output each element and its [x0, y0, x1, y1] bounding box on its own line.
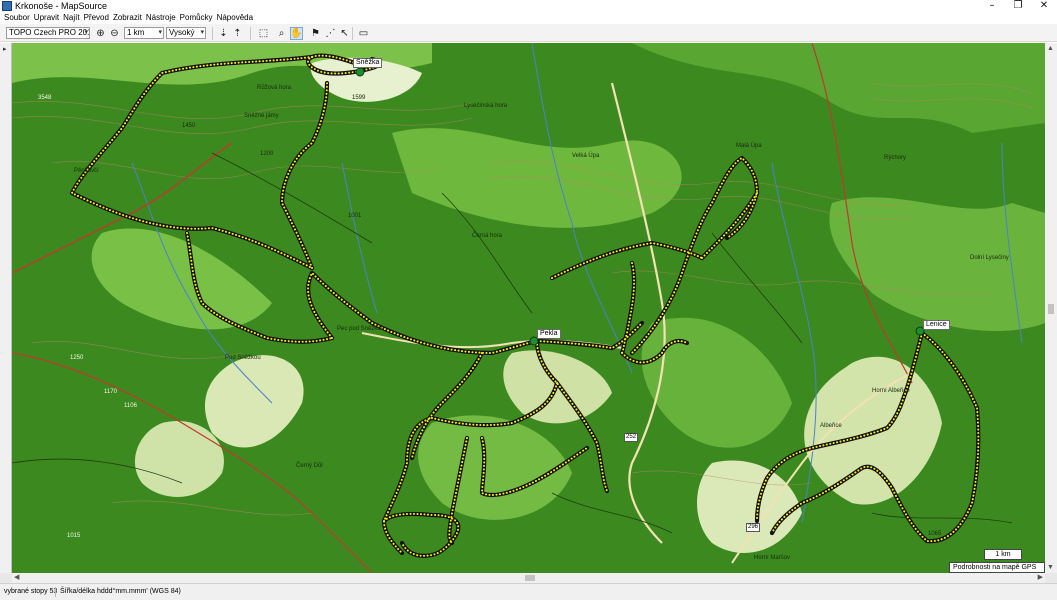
- map-frame: ▸ Sněžka Pekla Lenice 252 296 Pěnkavčí R…: [0, 43, 1057, 583]
- elevation-label: 1250: [70, 355, 84, 361]
- elevation-label: 1200: [260, 151, 274, 157]
- mapsource-window: Krkonoše - MapSource – ❐ ✕ Soubor Upravi…: [0, 0, 1057, 600]
- place-label: Pěnkavčí: [74, 168, 99, 174]
- window-title: Krkonoše - MapSource: [15, 1, 108, 11]
- place-label: Černá hora: [472, 233, 503, 239]
- place-label: Růžová hora: [257, 85, 292, 91]
- zoom-tool-icon[interactable]: ⌕: [275, 27, 288, 40]
- elevation-label: 1450: [182, 123, 196, 129]
- vertical-scroll-thumb[interactable]: [1048, 304, 1054, 314]
- waypoint-marker-snezka[interactable]: [355, 67, 365, 77]
- menu-help[interactable]: Nápověda: [217, 12, 257, 24]
- elevation-label: 1065: [928, 531, 942, 537]
- route-tool-icon[interactable]: ⋰: [324, 27, 337, 40]
- waypoint-label-pekla[interactable]: Pekla: [537, 329, 561, 339]
- menu-view[interactable]: Zobrazit: [113, 12, 146, 24]
- left-pane-gutter[interactable]: ▸: [0, 43, 12, 573]
- select-tool-icon[interactable]: ⬚: [257, 27, 270, 40]
- place-label: Horní Maršov: [754, 555, 791, 561]
- zoom-out-icon[interactable]: ⊖: [108, 27, 121, 40]
- status-bar: vybrané stopy 53 Šířka/délka hddd°mm.mmm…: [0, 583, 1057, 600]
- scroll-right-icon[interactable]: ▶: [1038, 573, 1043, 583]
- map-scale-bar: 1 km: [984, 549, 1022, 560]
- close-button[interactable]: ✕: [1032, 0, 1056, 12]
- send-to-device-icon[interactable]: ⇡: [231, 27, 244, 40]
- chevron-down-icon: ▾: [158, 29, 162, 36]
- road-number-badge: 252: [624, 433, 639, 442]
- horizontal-scroll-thumb[interactable]: [525, 575, 535, 581]
- hand-pan-tool-icon[interactable]: ✋: [290, 27, 303, 40]
- scroll-up-icon[interactable]: ▲: [1047, 45, 1054, 52]
- menu-find[interactable]: Najít: [63, 12, 83, 24]
- waypoint-label-snezka[interactable]: Sněžka: [353, 58, 383, 68]
- elevation-label: 3548: [38, 95, 52, 101]
- gps-detail-notice: Podrobnosti na mapě GPS: [949, 562, 1045, 573]
- toolbar: TOPO Czech PRO 2011 ▾ ⊕ ⊖ 1 km ▾ Vysoký …: [0, 24, 1057, 42]
- elevation-label: 1599: [352, 95, 366, 101]
- distance-ruler-icon[interactable]: ▭: [357, 27, 370, 40]
- scale-select[interactable]: 1 km ▾: [124, 27, 164, 39]
- place-label: Dolní Lysečiny: [970, 255, 1009, 261]
- scale-value: 1 km: [127, 28, 145, 37]
- place-label: Lysečinská hora: [464, 103, 508, 109]
- elevation-label: 1106: [124, 403, 137, 409]
- map-product-value: TOPO Czech PRO 2011: [9, 28, 90, 37]
- elevation-label: 1015: [67, 533, 81, 539]
- place-label: Pod Sněžkou: [225, 355, 261, 361]
- topo-map-svg[interactable]: [12, 43, 1045, 573]
- place-label: Horní Albeřice: [872, 388, 910, 394]
- minimize-button[interactable]: –: [980, 0, 1004, 12]
- place-label: Sněžné jámy: [244, 113, 279, 119]
- place-label: Malá Úpa: [736, 143, 762, 149]
- chevron-down-icon: ▾: [200, 29, 204, 36]
- menu-file[interactable]: Soubor: [4, 12, 34, 24]
- toolbar-separator: [212, 27, 213, 40]
- menu-edit[interactable]: Upravit: [34, 12, 63, 24]
- restore-button[interactable]: ❐: [1006, 0, 1030, 12]
- elevation-label: 1001: [348, 213, 362, 219]
- scroll-left-icon[interactable]: ◀: [14, 573, 19, 583]
- road-number-badge: 296: [746, 523, 761, 532]
- map-canvas[interactable]: Sněžka Pekla Lenice 252 296 Pěnkavčí Růž…: [12, 43, 1045, 573]
- place-label: Pec pod Sněžkou: [337, 326, 385, 332]
- selection-status: vybrané stopy 53: [4, 588, 58, 595]
- receive-from-device-icon[interactable]: ⇣: [217, 27, 230, 40]
- waypoint-tool-icon[interactable]: ⚑: [309, 27, 322, 40]
- place-label: Albeřice: [820, 423, 842, 429]
- map-product-select[interactable]: TOPO Czech PRO 2011 ▾: [6, 27, 90, 39]
- expand-pane-icon[interactable]: ▸: [3, 45, 7, 53]
- detail-select[interactable]: Vysoký ▾: [166, 27, 206, 39]
- vertical-scrollbar[interactable]: ▲ ▼: [1045, 43, 1057, 573]
- horizontal-scrollbar[interactable]: ◀ ▶: [12, 573, 1045, 583]
- title-bar: Krkonoše - MapSource – ❐ ✕: [0, 0, 1057, 12]
- waypoint-label-lenice[interactable]: Lenice: [923, 320, 950, 330]
- place-label: Rýchory: [884, 155, 907, 161]
- menu-tools[interactable]: Nástroje: [146, 12, 180, 24]
- coordinate-format-status: Šířka/délka hddd°mm.mmm' (WGS 84): [60, 588, 181, 595]
- menu-transfer[interactable]: Převod: [84, 12, 113, 24]
- place-label: Černý Důl: [296, 463, 323, 469]
- menu-utilities[interactable]: Pomůcky: [180, 12, 217, 24]
- app-icon: [2, 1, 12, 11]
- track-select-icon[interactable]: ↖: [338, 27, 351, 40]
- toolbar-separator: [352, 27, 353, 40]
- elevation-label: 1170: [104, 389, 117, 395]
- status-divider: [55, 587, 56, 597]
- zoom-in-icon[interactable]: ⊕: [94, 27, 107, 40]
- scroll-down-icon[interactable]: ▼: [1047, 564, 1054, 571]
- menu-bar: Soubor Upravit Najít Převod Zobrazit Nás…: [0, 12, 1057, 24]
- place-label: Velká Úpa: [572, 153, 600, 159]
- chevron-down-icon: ▾: [84, 29, 88, 36]
- detail-value: Vysoký: [169, 28, 195, 37]
- toolbar-separator: [250, 27, 251, 40]
